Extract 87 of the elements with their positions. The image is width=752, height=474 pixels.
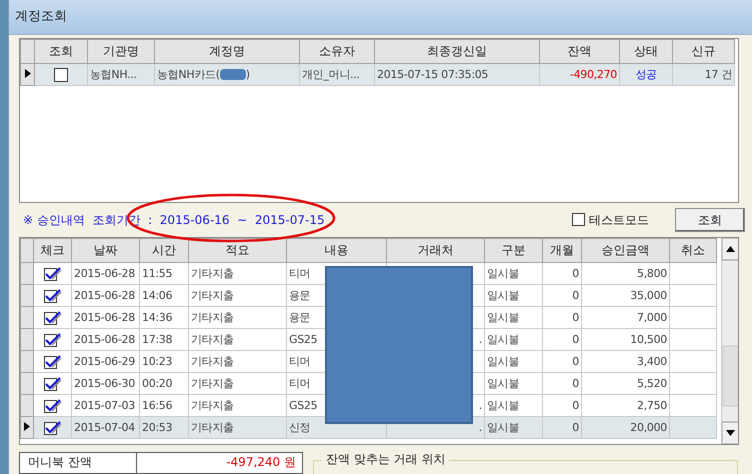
column-header: 조회: [34, 40, 88, 64]
test-mode-checkbox[interactable]: [572, 213, 585, 226]
table-cell: 2015-06-28: [72, 328, 140, 350]
checkbox[interactable]: [44, 266, 62, 280]
table-cell: 2015-06-30: [72, 372, 140, 394]
checkbox[interactable]: [44, 420, 62, 434]
table-cell: 20,000: [582, 416, 670, 438]
table-cell: 기타지출: [188, 284, 286, 306]
column-header: 개월: [542, 238, 582, 262]
table-cell: 17:38: [140, 328, 188, 350]
table-cell: 00:20: [140, 372, 188, 394]
table-cell: 0: [542, 306, 582, 328]
column-header: 날짜: [72, 238, 140, 262]
table-cell: 20:53: [140, 416, 188, 438]
checkbox[interactable]: [44, 288, 62, 302]
table-cell: 2015-07-04: [72, 416, 140, 438]
table-cell: -490,270: [540, 64, 620, 86]
table-cell: 일시불: [484, 262, 542, 284]
checkbox[interactable]: [44, 398, 62, 412]
column-header: 소유자: [300, 40, 374, 64]
table-cell: 일시불: [484, 350, 542, 372]
table-cell: 2015-06-29: [72, 350, 140, 372]
column-header: 상태: [620, 40, 672, 64]
table-cell: 10,500: [582, 328, 670, 350]
column-header: 시간: [140, 238, 188, 262]
table-cell: 일시불: [484, 372, 542, 394]
column-header: 체크: [34, 238, 72, 262]
table-cell: 일시불: [484, 328, 542, 350]
table-cell: 14:06: [140, 284, 188, 306]
checkbox[interactable]: [44, 332, 62, 346]
table-cell: 기타지출: [188, 416, 286, 438]
table-cell: 2015-07-15 07:35:05: [374, 64, 540, 86]
column-header: 잔액: [540, 40, 620, 64]
scrollbar[interactable]: [721, 238, 738, 444]
column-header: 취소: [670, 238, 716, 262]
table-cell: ): [246, 68, 250, 81]
table-cell: 일시불: [484, 416, 542, 438]
table-cell: 기타지출: [188, 372, 286, 394]
table-cell: 0: [542, 372, 582, 394]
checkbox-label: 테스트모드: [589, 212, 649, 228]
current-row-marker-icon: [24, 422, 30, 432]
table-cell: 10:23: [140, 350, 188, 372]
window-title: 계정조회: [15, 9, 67, 25]
checkbox[interactable]: [54, 68, 68, 82]
column-header: 계정명: [154, 40, 300, 64]
table-cell: 0: [542, 328, 582, 350]
balance-value: -497,240 원: [137, 453, 302, 473]
table-cell: 일시불: [484, 306, 542, 328]
table-cell: 14:36: [140, 306, 188, 328]
table-cell: 5,800: [582, 262, 670, 284]
column-header: 내용: [286, 238, 386, 262]
table-cell: 2015-06-28: [72, 262, 140, 284]
table-cell: 일시불: [484, 284, 542, 306]
table-cell: 0: [542, 350, 582, 372]
table-cell: 개인_머니...: [300, 64, 374, 86]
table-cell: 기타지출: [188, 328, 286, 350]
table-cell: 0: [542, 416, 582, 438]
checkbox[interactable]: [44, 354, 62, 368]
table-cell: 5,520: [582, 372, 670, 394]
table-cell: 성공: [620, 64, 672, 86]
query-button[interactable]: 조회: [675, 208, 745, 232]
table-cell: 0: [542, 284, 582, 306]
table-cell: 35,000: [582, 284, 670, 306]
current-row-marker-icon: [24, 69, 30, 78]
table-cell: 농협NH...: [88, 64, 154, 86]
column-header: 거래처: [386, 238, 484, 262]
redaction-mark: [220, 69, 246, 80]
table-cell: 3,400: [582, 350, 670, 372]
table-cell: 17 건: [672, 64, 734, 86]
table-cell: 2015-06-28: [72, 284, 140, 306]
table-cell: 0: [542, 262, 582, 284]
column-header: 구분: [484, 238, 542, 262]
checkbox[interactable]: [44, 376, 62, 390]
column-header: 신규: [672, 40, 734, 64]
table-cell: 2015-06-28: [72, 306, 140, 328]
column-header: 승인금액: [582, 238, 670, 262]
balance-label: 머니북 잔액: [20, 453, 137, 473]
column-header: 최종갱신일: [374, 40, 540, 64]
table-cell: 기타지출: [188, 306, 286, 328]
table-cell: 11:55: [140, 262, 188, 284]
column-header: 기관명: [88, 40, 154, 64]
table-cell: 기타지출: [188, 262, 286, 284]
group-title: 잔액 맞추는 거래 위치: [322, 452, 450, 466]
checkbox[interactable]: [44, 310, 62, 324]
table-cell: 농협NH카드(: [157, 68, 220, 81]
table-cell: 7,000: [582, 306, 670, 328]
table-cell: 기타지출: [188, 350, 286, 372]
